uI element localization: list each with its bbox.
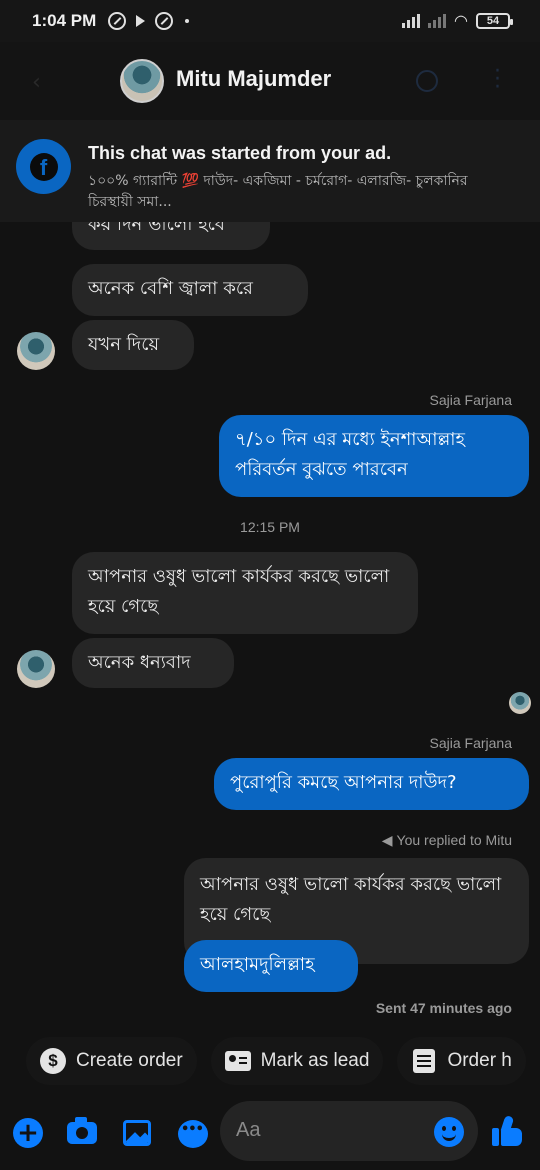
dollar-icon: $ [40,1048,66,1074]
shield-icon[interactable] [416,70,438,92]
status-time: 1:04 PM [32,11,97,30]
contact-avatar-small[interactable] [17,332,55,370]
incoming-message[interactable]: যখন দিয়ে [72,320,194,370]
message-list[interactable]: কয় দিন ভালো হবে অনেক বেশি জ্বালা করে যখ… [0,222,540,1030]
ad-banner-subtitle: ১০০% গ্যারান্টি 💯 দাউদ- একজিমা - চর্মরোগ… [88,173,468,210]
mark-as-lead-label: Mark as lead [260,1050,370,1071]
outgoing-message[interactable]: ৭/১০ দিন এর মধ্যে ইনশাআল্লাহ পরিবর্তন বু… [219,415,529,497]
order-history-label: Order h [447,1050,512,1071]
emoji-icon[interactable] [434,1117,464,1147]
document-icon [411,1048,437,1074]
message-timestamp: 12:15 PM [240,519,300,535]
incoming-message[interactable]: কয় দিন ভালো হবে [72,222,270,250]
ad-banner-title: This chat was started from your ad. [88,143,392,163]
outgoing-message[interactable]: পুরোপুরি কমছে আপনার দাউদ? [214,758,529,810]
contact-avatar-small[interactable] [17,650,55,688]
reply-indicator: ◀ You replied to Mitu [382,832,512,849]
reply-indicator-label: You replied to Mitu [396,832,512,848]
camera-icon[interactable] [67,1117,97,1144]
contact-card-icon [224,1048,251,1074]
data-saver-icon [108,12,127,30]
sent-status: Sent 47 minutes ago [375,1000,512,1016]
message-composer: + Aa [0,1092,540,1170]
order-history-button[interactable]: Order h [397,1037,526,1085]
thumbs-up-icon[interactable] [492,1115,522,1146]
incoming-message[interactable]: আপনার ওষুধ ভালো কার্যকর করছে ভালো হয়ে গ… [72,552,418,634]
sender-name: Sajia Farjana [429,735,513,751]
more-options-icon[interactable]: · · · [494,61,501,99]
facebook-icon: f [16,139,71,194]
message-bubble-icon[interactable] [178,1120,208,1148]
quick-actions-bar: $ Create order Mark as lead Order h [0,1030,540,1092]
signal-secondary-icon [428,14,447,28]
incoming-message[interactable]: অনেক বেশি জ্বালা করে [72,264,308,316]
incoming-message[interactable]: অনেক ধন্যবাদ [72,638,234,688]
create-order-button[interactable]: $ Create order [26,1037,197,1085]
gallery-icon[interactable] [123,1120,151,1146]
sender-name: Sajia Farjana [429,392,513,408]
create-order-label: Create order [76,1050,183,1071]
data-saver-icon [155,12,174,30]
notification-dot-icon [185,19,190,23]
battery-icon: 54 [476,13,513,29]
chat-header: ‹ Mitu Majumder · · · [0,42,540,120]
contact-avatar[interactable] [120,59,164,103]
signal-icon [402,14,421,28]
mark-as-lead-button[interactable]: Mark as lead [210,1037,384,1085]
outgoing-message[interactable]: আলহামদুলিল্লাহ [184,940,358,992]
plus-icon[interactable]: + [13,1118,43,1148]
status-bar: 1:04 PM ◠ 54 [0,0,540,42]
contact-name[interactable]: Mitu Majumder [176,66,331,92]
seen-avatar [509,692,531,714]
status-indicators: ◠ 54 [402,11,513,31]
back-arrow-icon[interactable]: ‹ [32,70,41,95]
ad-banner[interactable]: f This chat was started from your ad. ১০… [0,120,540,222]
reply-arrow-icon: ◀ [381,832,393,848]
message-input-placeholder: Aa [236,1119,261,1141]
wifi-icon: ◠ [454,13,468,30]
play-icon [136,15,146,27]
